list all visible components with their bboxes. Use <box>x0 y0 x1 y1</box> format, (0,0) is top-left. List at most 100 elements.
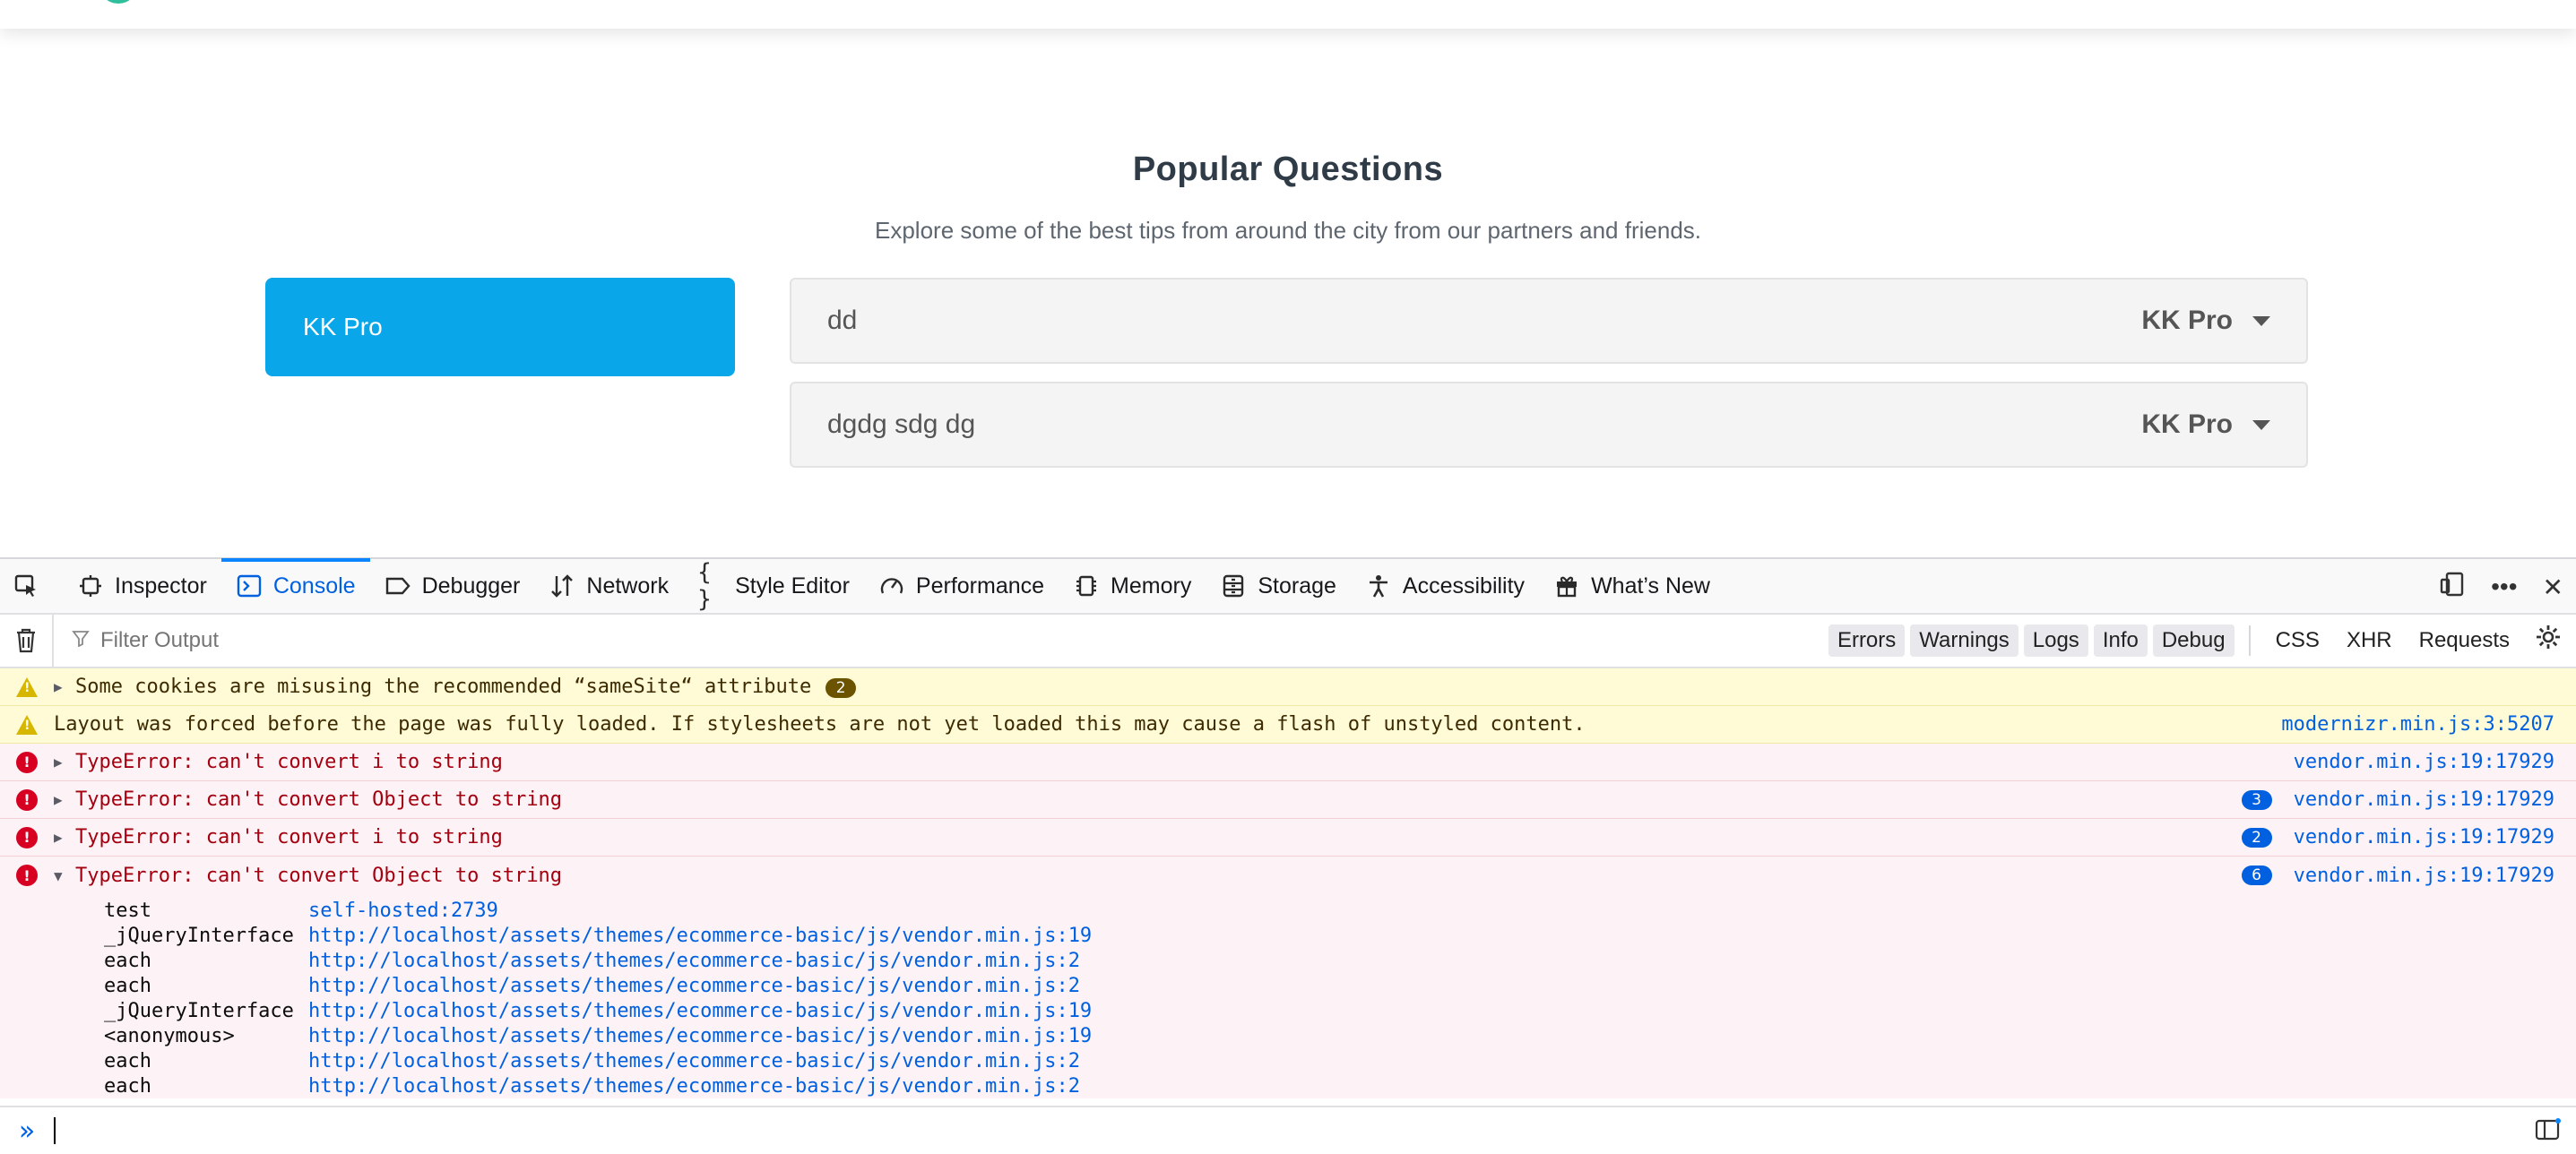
filter-xhr-button[interactable]: XHR <box>2336 624 2403 657</box>
filter-warnings-button[interactable]: Warnings <box>1910 624 2018 657</box>
faq-item[interactable]: dgdg sdg dg KK Pro <box>790 382 2308 468</box>
frame-location-link[interactable]: http://localhost/assets/themes/ecommerce… <box>308 925 1092 947</box>
toolbar-right-controls: ••• ✕ <box>2439 559 2576 615</box>
tab-label: What’s New <box>1591 573 1710 599</box>
repeat-count-badge: 3 <box>2241 789 2272 810</box>
error-icon: ! <box>0 788 54 811</box>
stack-frame: <anonymous> http://localhost/assets/theme… <box>0 1023 2576 1048</box>
tab-label: Style Editor <box>735 573 850 599</box>
tab-accessibility[interactable]: Accessibility <box>1351 558 1539 614</box>
console-input-row[interactable]: » <box>0 1106 2576 1154</box>
console-message-warning[interactable]: ▶ Some cookies are misusing the recommen… <box>0 668 2576 706</box>
tab-network[interactable]: Network <box>534 558 683 614</box>
message-text: TypeError: can't convert Object to strin… <box>75 788 563 811</box>
prompt-chevron-icon: » <box>18 1115 36 1147</box>
error-icon: ! <box>0 865 54 886</box>
performance-icon <box>878 573 905 599</box>
tab-label: Storage <box>1258 573 1336 599</box>
faq-question: dd <box>827 306 858 335</box>
tab-performance[interactable]: Performance <box>864 558 1059 614</box>
message-text: TypeError: can't convert i to string <box>75 826 503 848</box>
console-message-error[interactable]: ! ▶ TypeError: can't convert Object to s… <box>0 781 2576 819</box>
console-output: ▶ Some cookies are misusing the recommen… <box>0 668 2576 1152</box>
expand-arrow-icon[interactable]: ▶ <box>54 754 75 771</box>
inspector-icon <box>77 573 104 599</box>
message-text: TypeError: can't convert Object to strin… <box>75 864 563 887</box>
category-button-kk-pro[interactable]: KK Pro <box>265 278 735 376</box>
console-message-warning[interactable]: Layout was forced before the page was fu… <box>0 706 2576 744</box>
filter-debug-button[interactable]: Debug <box>2152 624 2235 657</box>
caret-down-icon[interactable] <box>2252 315 2270 326</box>
tab-storage[interactable]: Storage <box>1206 558 1351 614</box>
storage-icon <box>1220 573 1247 599</box>
element-picker-icon <box>13 573 39 599</box>
tab-whats-new[interactable]: What’s New <box>1539 558 1725 614</box>
message-source-link[interactable]: vendor.min.js:19:17929 <box>2294 826 2576 848</box>
stack-frame: each http://localhost/assets/themes/ecomm… <box>0 973 2576 998</box>
filter-icon <box>72 629 90 652</box>
tab-label: Memory <box>1111 573 1192 599</box>
dock-toggle-icon[interactable] <box>2439 571 2466 604</box>
frame-location-link[interactable]: self-hosted:2739 <box>308 900 498 922</box>
filter-info-button[interactable]: Info <box>2093 624 2148 657</box>
tab-inspector[interactable]: Inspector <box>63 558 221 614</box>
memory-icon <box>1073 573 1100 599</box>
tab-label: Network <box>586 573 670 599</box>
filter-css-button[interactable]: CSS <box>2265 624 2330 657</box>
frame-location-link[interactable]: http://localhost/assets/themes/ecommerce… <box>308 1000 1092 1022</box>
close-icon[interactable]: ✕ <box>2543 573 2563 602</box>
element-picker-button[interactable] <box>0 558 63 614</box>
tab-console[interactable]: Console <box>220 558 370 614</box>
warning-icon <box>0 676 54 697</box>
stack-frame: each http://localhost/assets/themes/ecomm… <box>0 948 2576 973</box>
message-source-link[interactable]: vendor.min.js:19:17929 <box>2294 865 2576 887</box>
more-options-icon[interactable]: ••• <box>2491 573 2517 601</box>
frame-location-link[interactable]: http://localhost/assets/themes/ecommerce… <box>308 1025 1092 1047</box>
stack-trace: test self-hosted:2739 _jQueryInterfacehtt… <box>0 894 2576 1098</box>
site-logo[interactable] <box>99 0 138 4</box>
message-text: TypeError: can't convert i to string <box>75 751 503 773</box>
frame-location-link[interactable]: http://localhost/assets/themes/ecommerce… <box>308 1050 1080 1072</box>
console-message-error[interactable]: ! ▶ TypeError: can't convert i to string… <box>0 819 2576 857</box>
filter-errors-button[interactable]: Errors <box>1828 624 1906 657</box>
warning-icon <box>0 714 54 735</box>
frame-location-link[interactable]: http://localhost/assets/themes/ecommerce… <box>308 975 1080 997</box>
message-source-link[interactable]: vendor.min.js:19:17929 <box>2294 751 2576 773</box>
tab-memory[interactable]: Memory <box>1059 558 1206 614</box>
filter-requests-button[interactable]: Requests <box>2408 624 2520 657</box>
tab-label: Inspector <box>115 573 207 599</box>
devtools-toolbar: Inspector Console Debugger Network { } S… <box>0 558 2576 615</box>
stack-frame: test self-hosted:2739 <box>0 898 2576 923</box>
expand-arrow-icon[interactable]: ▶ <box>54 678 75 695</box>
stack-frame: each http://localhost/assets/themes/ecomm… <box>0 1073 2576 1098</box>
collapse-arrow-icon[interactable]: ▼ <box>54 867 75 884</box>
repeat-count-badge: 6 <box>2241 866 2272 885</box>
caret-down-icon[interactable] <box>2252 419 2270 430</box>
tab-debugger[interactable]: Debugger <box>370 558 535 614</box>
frame-function: <anonymous> <box>104 1024 235 1047</box>
expand-arrow-icon[interactable]: ▶ <box>54 829 75 846</box>
message-source-link[interactable]: vendor.min.js:19:17929 <box>2294 788 2576 811</box>
faq-item[interactable]: dd KK Pro <box>790 278 2308 364</box>
frame-function: _jQueryInterface <box>104 924 294 947</box>
expand-arrow-icon[interactable]: ▶ <box>54 791 75 808</box>
message-source-link[interactable]: modernizr.min.js:3:5207 <box>2281 713 2576 736</box>
filter-logs-button[interactable]: Logs <box>2023 624 2088 657</box>
tab-label: Console <box>272 573 356 599</box>
sidebar-toggle-icon[interactable] <box>2535 1118 2562 1148</box>
log-level-filters: Errors Warnings Logs Info Debug CSS XHR … <box>1828 624 2576 658</box>
page-title: Popular Questions <box>1132 151 1444 188</box>
console-message-error[interactable]: ! ▼ TypeError: can't convert Object to s… <box>0 857 2576 894</box>
tab-label: Debugger <box>421 573 521 599</box>
stack-frame: each http://localhost/assets/themes/ecomm… <box>0 1048 2576 1073</box>
filter-output-input[interactable] <box>54 615 1828 667</box>
console-message-error[interactable]: ! ▶ TypeError: can't convert i to string… <box>0 744 2576 781</box>
frame-location-link[interactable]: http://localhost/assets/themes/ecommerce… <box>308 1075 1080 1098</box>
network-icon <box>549 573 575 599</box>
filter-separator <box>2248 625 2251 656</box>
trash-icon[interactable] <box>0 614 54 667</box>
gear-icon[interactable] <box>2535 624 2562 658</box>
frame-function: each <box>104 949 151 972</box>
tab-style-editor[interactable]: { } Style Editor <box>683 558 864 614</box>
frame-location-link[interactable]: http://localhost/assets/themes/ecommerce… <box>308 950 1080 972</box>
